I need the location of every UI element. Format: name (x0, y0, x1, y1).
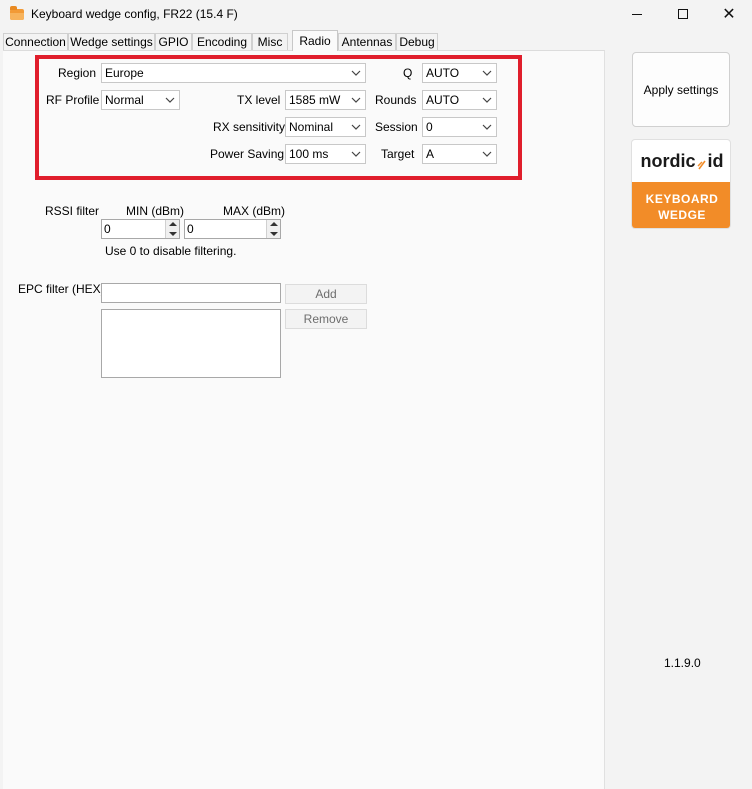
rssi-max-value: 0 (187, 222, 194, 236)
tab-wedge-settings[interactable]: Wedge settings (68, 33, 155, 50)
rssi-min-stepper[interactable]: 0 (101, 219, 180, 239)
wifi-icon (697, 155, 707, 170)
minimize-icon (632, 13, 642, 15)
folder-app-icon (10, 6, 24, 20)
logo-line2: WEDGE (658, 208, 706, 222)
rssi-min-label: MIN (dBm) (126, 204, 184, 218)
tab-antennas[interactable]: Antennas (338, 33, 396, 50)
arrow-up-icon[interactable] (169, 222, 177, 226)
version-label: 1.1.9.0 (664, 656, 701, 670)
tab-radio[interactable]: Radio (292, 30, 338, 51)
tab-gpio[interactable]: GPIO (155, 33, 192, 50)
title-bar: Keyboard wedge config, FR22 (15.4 F) ✕ (0, 0, 752, 30)
tab-encoding[interactable]: Encoding (192, 33, 252, 50)
tab-misc[interactable]: Misc (252, 33, 288, 50)
close-button[interactable]: ✕ (706, 0, 752, 28)
apply-settings-label: Apply settings (643, 82, 719, 97)
epc-filter-input[interactable] (101, 283, 281, 303)
minimize-button[interactable] (614, 0, 660, 28)
rssi-min-value: 0 (104, 222, 111, 236)
arrow-down-icon[interactable] (169, 232, 177, 236)
stepper-arrows-icon[interactable] (266, 220, 280, 238)
logo-line1: KEYBOARD (645, 192, 719, 206)
rssi-max-label: MAX (dBm) (223, 204, 286, 218)
stepper-arrows-icon[interactable] (165, 220, 179, 238)
arrow-up-icon[interactable] (270, 222, 278, 226)
remove-button[interactable]: Remove (285, 309, 367, 329)
rssi-max-stepper[interactable]: 0 (184, 219, 281, 239)
logo-brand-text: nordic (640, 150, 696, 171)
close-icon: ✕ (722, 6, 736, 23)
nordic-id-logo: nordic id KEYBOARD WEDGE (631, 139, 731, 229)
tab-debug[interactable]: Debug (396, 33, 438, 50)
arrow-down-icon[interactable] (270, 232, 278, 236)
tab-strip: Connection Wedge settings GPIO Encoding … (0, 30, 752, 51)
highlight-box (35, 55, 522, 180)
maximize-button[interactable] (660, 0, 706, 28)
epc-filter-list[interactable] (101, 309, 281, 378)
rssi-hint: Use 0 to disable filtering. (105, 244, 237, 258)
window-title: Keyboard wedge config, FR22 (15.4 F) (31, 7, 238, 21)
logo-brand-suffix: id (707, 150, 724, 171)
maximize-icon (678, 9, 688, 19)
tab-connection[interactable]: Connection (3, 33, 68, 50)
rssi-filter-label: RSSI filter (45, 204, 100, 218)
logo-brand: nordic id (632, 140, 730, 182)
epc-filter-label: EPC filter (HEX) (18, 282, 105, 296)
add-button[interactable]: Add (285, 284, 367, 304)
logo-product: KEYBOARD WEDGE (632, 182, 730, 228)
apply-settings-button[interactable]: Apply settings (632, 52, 730, 127)
